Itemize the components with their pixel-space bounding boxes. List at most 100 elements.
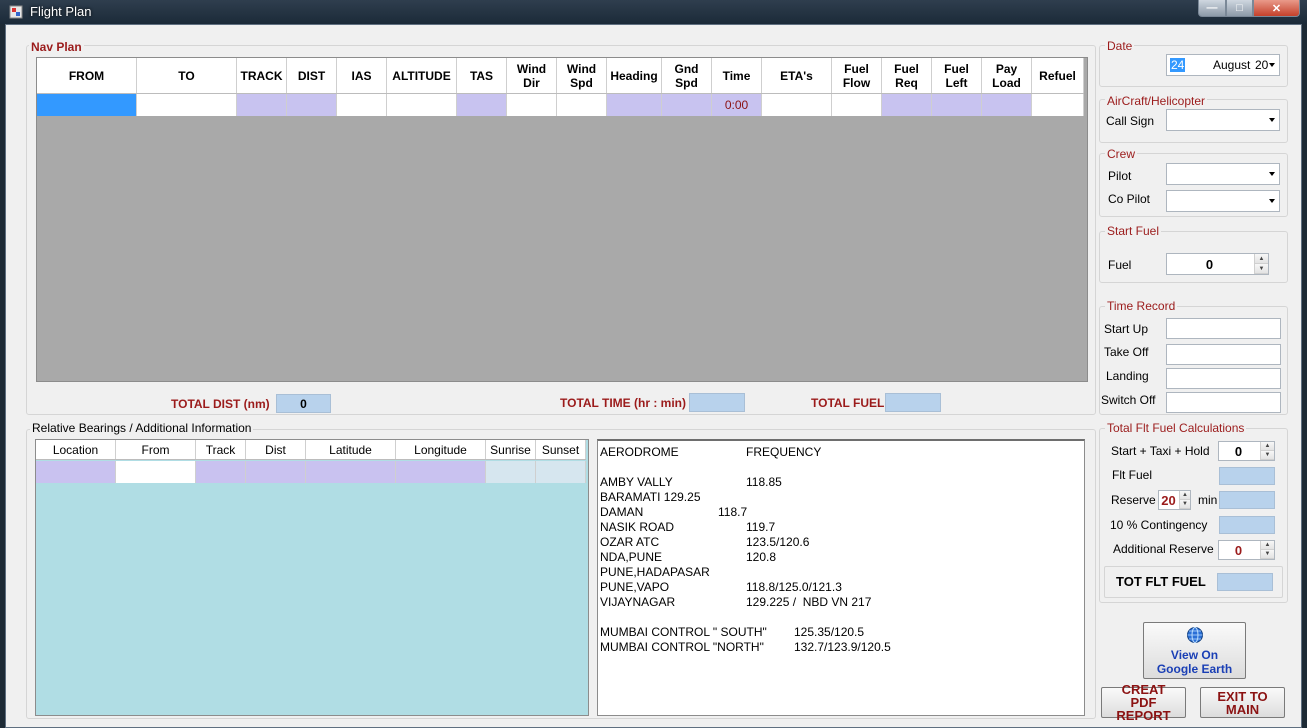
aircraft-legend: AirCraft/Helicopter bbox=[1105, 94, 1208, 108]
rb-cell-from[interactable] bbox=[116, 461, 196, 483]
cell-refuel[interactable] bbox=[1032, 94, 1084, 116]
call-sign-select[interactable] bbox=[1166, 109, 1280, 131]
column-header-wind-spd[interactable]: Wind Spd bbox=[557, 58, 607, 93]
minimize-button[interactable]: — bbox=[1198, 0, 1226, 17]
cell-gnd-spd[interactable] bbox=[662, 94, 712, 116]
date-day: 24 bbox=[1170, 58, 1186, 72]
rb-cell-sunrise[interactable] bbox=[486, 461, 536, 483]
cell-time[interactable]: 0:00 bbox=[712, 94, 762, 116]
rb-cell-longitude[interactable] bbox=[396, 461, 486, 483]
column-header-track[interactable]: TRACK bbox=[237, 58, 287, 93]
date-year: 20 bbox=[1255, 58, 1269, 72]
cell-track[interactable] bbox=[237, 94, 287, 116]
column-header-fuel-req[interactable]: Fuel Req bbox=[882, 58, 932, 93]
aerodrome-frequency: 129.225 / NBD VN 217 bbox=[746, 595, 872, 609]
cell-fuel-left[interactable] bbox=[932, 94, 982, 116]
spin-down-icon[interactable]: ▼ bbox=[1261, 550, 1274, 559]
rb-cell-location[interactable] bbox=[36, 461, 116, 483]
rb-column-header-latitude[interactable]: Latitude bbox=[306, 440, 396, 459]
column-header-pay-load[interactable]: Pay Load bbox=[982, 58, 1032, 93]
cell-wind-dir[interactable] bbox=[507, 94, 557, 116]
view-google-earth-button[interactable]: View On Google Earth bbox=[1143, 622, 1246, 679]
relative-bearings-row[interactable] bbox=[36, 461, 586, 483]
fuel-label: Fuel bbox=[1108, 258, 1132, 272]
exit-to-main-button[interactable]: EXIT TO MAIN bbox=[1200, 687, 1285, 718]
take-off-input[interactable] bbox=[1166, 344, 1281, 365]
reserve-spinner[interactable]: 20 ▲ ▼ bbox=[1158, 490, 1191, 510]
rb-cell-track[interactable] bbox=[196, 461, 246, 483]
rb-cell-sunset[interactable] bbox=[536, 461, 586, 483]
rb-column-header-track[interactable]: Track bbox=[196, 440, 246, 459]
pilot-label: Pilot bbox=[1108, 169, 1132, 183]
column-header-fuel-left[interactable]: Fuel Left bbox=[932, 58, 982, 93]
aerodrome-frequency: 125.35/120.5 bbox=[794, 625, 865, 639]
additional-reserve-spinner[interactable]: 0 ▲ ▼ bbox=[1218, 540, 1275, 560]
chevron-down-icon[interactable] bbox=[1269, 172, 1275, 176]
spin-down-icon[interactable]: ▼ bbox=[1261, 451, 1274, 460]
copilot-select[interactable] bbox=[1166, 190, 1280, 212]
total-fuel-value bbox=[885, 393, 941, 412]
column-header-refuel[interactable]: Refuel bbox=[1032, 58, 1084, 93]
column-header-tas[interactable]: TAS bbox=[457, 58, 507, 93]
spin-up-icon[interactable]: ▲ bbox=[1180, 491, 1190, 500]
column-header-dist[interactable]: DIST bbox=[287, 58, 337, 93]
date-picker[interactable]: 24 August 20 bbox=[1166, 54, 1280, 76]
column-header-altitude[interactable]: ALTITUDE bbox=[387, 58, 457, 93]
aerodrome-frequency: 123.5/120.6 bbox=[746, 535, 810, 549]
cell-altitude[interactable] bbox=[387, 94, 457, 116]
spin-down-icon[interactable]: ▼ bbox=[1180, 500, 1190, 509]
spin-up-icon[interactable]: ▲ bbox=[1261, 541, 1274, 550]
pilot-select[interactable] bbox=[1166, 163, 1280, 185]
cell-dist[interactable] bbox=[287, 94, 337, 116]
frequency-header: FREQUENCY bbox=[746, 445, 822, 459]
rb-column-header-location[interactable]: Location bbox=[36, 440, 116, 459]
start-taxi-hold-spinner[interactable]: 0 ▲ ▼ bbox=[1218, 441, 1275, 461]
chevron-down-icon[interactable] bbox=[1269, 63, 1275, 67]
rb-column-header-from[interactable]: From bbox=[116, 440, 196, 459]
chevron-down-icon[interactable] bbox=[1269, 199, 1275, 203]
contingency-value bbox=[1219, 516, 1275, 534]
cell-tas[interactable] bbox=[457, 94, 507, 116]
spin-up-icon[interactable]: ▲ bbox=[1255, 254, 1268, 264]
frequency-textbox[interactable]: AERODROME FREQUENCY AMBY VALLY 118.85 BARA… bbox=[597, 439, 1085, 716]
column-header-time[interactable]: Time bbox=[712, 58, 762, 93]
cell-pay-load[interactable] bbox=[982, 94, 1032, 116]
column-header-wind-dir[interactable]: Wind Dir bbox=[507, 58, 557, 93]
rb-column-header-sunset[interactable]: Sunset bbox=[536, 440, 586, 459]
close-button[interactable]: ✕ bbox=[1253, 0, 1300, 17]
chevron-down-icon[interactable] bbox=[1269, 118, 1275, 122]
aerodrome-header: AERODROME bbox=[600, 445, 679, 459]
column-header-heading[interactable]: Heading bbox=[607, 58, 662, 93]
cell-from[interactable] bbox=[37, 94, 137, 116]
rb-cell-dist[interactable] bbox=[246, 461, 306, 483]
column-header-ias[interactable]: IAS bbox=[337, 58, 387, 93]
cell-etas[interactable] bbox=[762, 94, 832, 116]
cell-ias[interactable] bbox=[337, 94, 387, 116]
rb-column-header-sunrise[interactable]: Sunrise bbox=[486, 440, 536, 459]
column-header-gnd-spd[interactable]: Gnd Spd bbox=[662, 58, 712, 93]
rb-column-header-dist[interactable]: Dist bbox=[246, 440, 306, 459]
switch-off-input[interactable] bbox=[1166, 392, 1281, 413]
spin-down-icon[interactable]: ▼ bbox=[1255, 264, 1268, 274]
start-up-input[interactable] bbox=[1166, 318, 1281, 339]
column-header-from[interactable]: FROM bbox=[37, 58, 137, 93]
cell-fuel-flow[interactable] bbox=[832, 94, 882, 116]
cell-fuel-req[interactable] bbox=[882, 94, 932, 116]
cell-to[interactable] bbox=[137, 94, 237, 116]
rb-cell-latitude[interactable] bbox=[306, 461, 396, 483]
landing-input[interactable] bbox=[1166, 368, 1281, 389]
create-pdf-report-button[interactable]: CREAT PDF REPORT bbox=[1101, 683, 1186, 722]
cell-heading[interactable] bbox=[607, 94, 662, 116]
start-taxi-hold-value: 0 bbox=[1234, 443, 1243, 459]
cell-wind-spd[interactable] bbox=[557, 94, 607, 116]
spin-up-icon[interactable]: ▲ bbox=[1261, 442, 1274, 451]
title-bar: Flight Plan — □ ✕ bbox=[0, 0, 1307, 24]
aerodrome-name: PUNE,HADAPASAR bbox=[600, 565, 710, 579]
column-header-fuel-flow[interactable]: Fuel Flow bbox=[832, 58, 882, 93]
column-header-etas[interactable]: ETA's bbox=[762, 58, 832, 93]
column-header-to[interactable]: TO bbox=[137, 58, 237, 93]
nav-plan-row[interactable]: 0:00 bbox=[37, 94, 1084, 116]
start-fuel-spinner[interactable]: 0 ▲ ▼ bbox=[1166, 253, 1269, 275]
maximize-button[interactable]: □ bbox=[1226, 0, 1253, 17]
rb-column-header-longitude[interactable]: Longitude bbox=[396, 440, 486, 459]
